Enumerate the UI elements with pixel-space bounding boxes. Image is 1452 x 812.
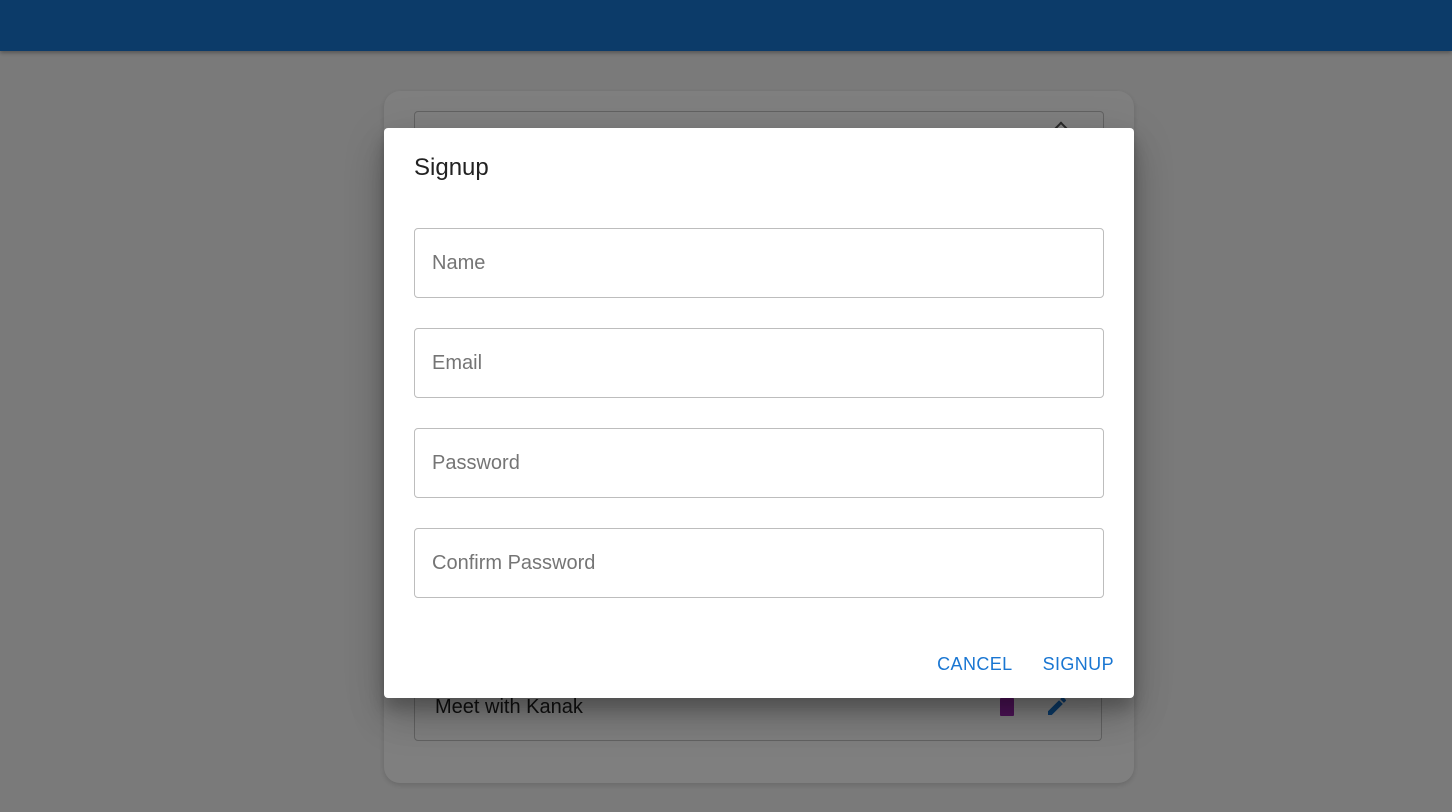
name-field[interactable] (414, 228, 1104, 298)
email-input[interactable] (415, 329, 1103, 397)
cancel-button[interactable]: CANCEL (937, 650, 1012, 679)
signup-button[interactable]: SIGNUP (1043, 650, 1114, 679)
name-input[interactable] (415, 229, 1103, 297)
confirm-password-input[interactable] (415, 529, 1103, 597)
password-field[interactable] (414, 428, 1104, 498)
dialog-title: Signup (414, 154, 489, 181)
dialog-actions: CANCEL SIGNUP (937, 650, 1114, 679)
email-field[interactable] (414, 328, 1104, 398)
signup-dialog: Signup CANCEL SIGNUP (384, 128, 1134, 698)
confirm-password-field[interactable] (414, 528, 1104, 598)
password-input[interactable] (415, 429, 1103, 497)
